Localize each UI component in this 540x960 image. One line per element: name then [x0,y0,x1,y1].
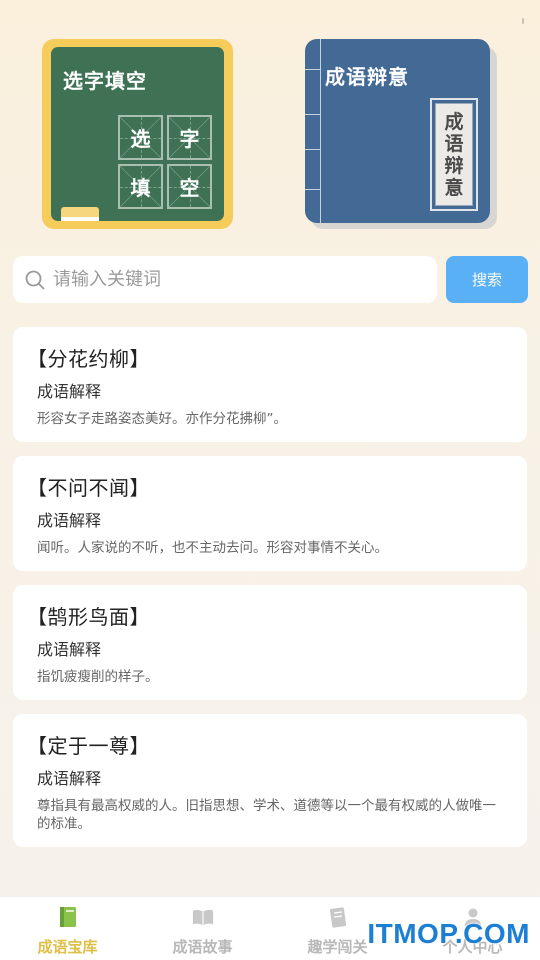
grid-char: 空 [179,176,200,200]
tab-idiom-stories[interactable]: 成语故事 [135,897,270,960]
idiom-meaning-title: 成语辩意 [325,65,409,89]
explain-label: 成语解释 [37,382,102,401]
banner: 选字填空 选 字 填 空 成语辩意 成 语 辩 意 [0,38,540,233]
label-char: 语 [444,132,464,155]
explain-text: 闻听。人家说的不听，也不主动去问。形容对事情不关心。 [37,540,388,556]
fill-word-title: 选字填空 [63,69,147,93]
list-item[interactable]: 【不问不闻】 成语解释 闻听。人家说的不听，也不主动去问。形容对事情不关心。 [13,456,527,571]
book-cover: 成语辩意 成 语 辩 意 [305,39,490,223]
fill-word-card[interactable]: 选字填空 选 字 填 空 [42,39,233,229]
idiom-title: 【定于一尊】 [27,734,150,758]
idiom-meaning-card[interactable]: 成语辩意 成 语 辩 意 [305,39,497,229]
book-label: 成 语 辩 意 [430,98,478,211]
tab-label: 成语宝库 [37,938,98,956]
idiom-title: 【分花约柳】 [27,347,150,371]
watermark: ITMOP.COM [367,918,530,949]
status-indicator [522,18,524,24]
grid-char: 选 [130,127,151,151]
list-item[interactable]: 【分花约柳】 成语解释 形容女子走路姿态美好。亦作分花拂柳”。 [13,327,527,442]
grid-cell: 字 [167,115,212,160]
label-char: 意 [444,176,464,199]
grid-char: 填 [130,176,151,200]
idiom-title: 【鹄形鸟面】 [27,605,150,629]
search-button[interactable]: 搜索 [446,256,528,303]
tab-label: 趣学闯关 [307,938,368,956]
search-box [13,256,437,303]
chalk-icon [61,207,99,221]
search-input[interactable] [53,256,423,303]
label-char: 成 [444,110,464,133]
list-item[interactable]: 【鹄形鸟面】 成语解释 指饥疲瘦削的样子。 [13,585,527,700]
notebook-icon [327,905,349,929]
grid-cell: 填 [118,164,163,209]
book-spine [305,39,321,223]
open-book-icon [192,905,214,929]
explain-label: 成语解释 [37,769,102,788]
book-green-icon [57,905,79,929]
explain-label: 成语解释 [37,511,102,530]
label-char: 辩 [444,154,464,177]
character-grid: 选 字 填 空 [118,115,212,211]
grid-cell: 空 [167,164,212,209]
chalkboard: 选字填空 选 字 填 空 [51,47,224,221]
tab-idiom-library[interactable]: 成语宝库 [0,897,135,960]
explain-text: 形容女子走路姿态美好。亦作分花拂柳”。 [37,411,287,427]
explain-text: 指饥疲瘦削的样子。 [37,669,159,685]
idiom-list: 【分花约柳】 成语解释 形容女子走路姿态美好。亦作分花拂柳”。 【不问不闻】 成… [13,327,527,861]
search-icon [25,270,45,290]
explain-label: 成语解释 [37,640,102,659]
explain-text: 尊指具有最高权威的人。旧指思想、学术、道德等以一个最有权威的人做唯一的标准。 [37,798,496,832]
idiom-title: 【不问不闻】 [27,476,150,500]
grid-char: 字 [179,127,200,151]
tab-label: 成语故事 [172,938,233,956]
grid-cell: 选 [118,115,163,160]
list-item[interactable]: 【定于一尊】 成语解释 尊指具有最高权威的人。旧指思想、学术、道德等以一个最有权… [13,714,527,847]
